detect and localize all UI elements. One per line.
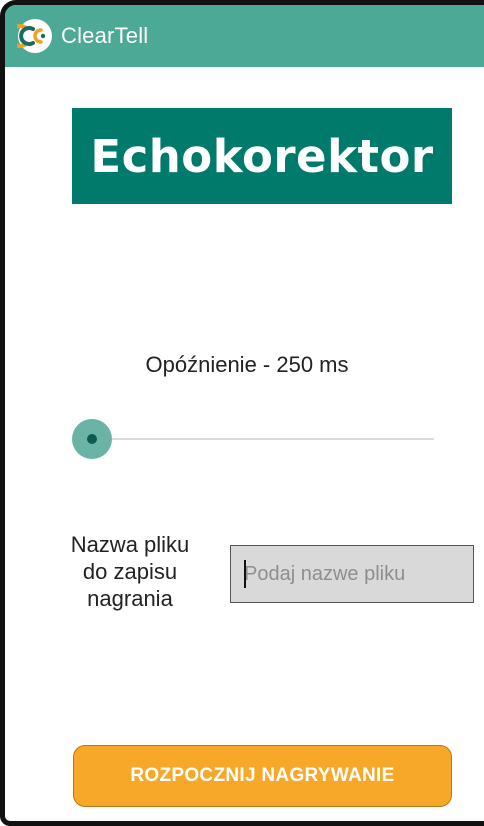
delay-label: Opóźnienie - 250 ms (145, 352, 349, 377)
filename-label-line: do zapisu (82, 559, 178, 584)
slider-thumb[interactable] (72, 419, 112, 459)
filename-input[interactable] (230, 545, 474, 603)
cleartell-logo-icon (17, 18, 53, 54)
delay-slider[interactable] (72, 419, 434, 459)
title-banner: Echokorektor (72, 108, 452, 204)
slider-track[interactable] (92, 438, 434, 440)
slider-thumb-dot (87, 434, 97, 444)
text-caret (244, 560, 246, 588)
app-bar: ClearTell (5, 5, 484, 67)
filename-label-line: Nazwa pliku (70, 532, 190, 557)
filename-label-line: nagrania (87, 586, 173, 611)
title-banner-text: Echokorektor (90, 129, 434, 183)
filename-label: Nazwa pliku do zapisu nagrania (55, 531, 205, 612)
start-recording-button[interactable]: ROZPOCZNIJ NAGRYWANIE (73, 745, 452, 807)
app-screen: ClearTell Echokorektor Opóźnienie - 250 … (0, 0, 484, 826)
app-title: ClearTell (61, 23, 149, 48)
